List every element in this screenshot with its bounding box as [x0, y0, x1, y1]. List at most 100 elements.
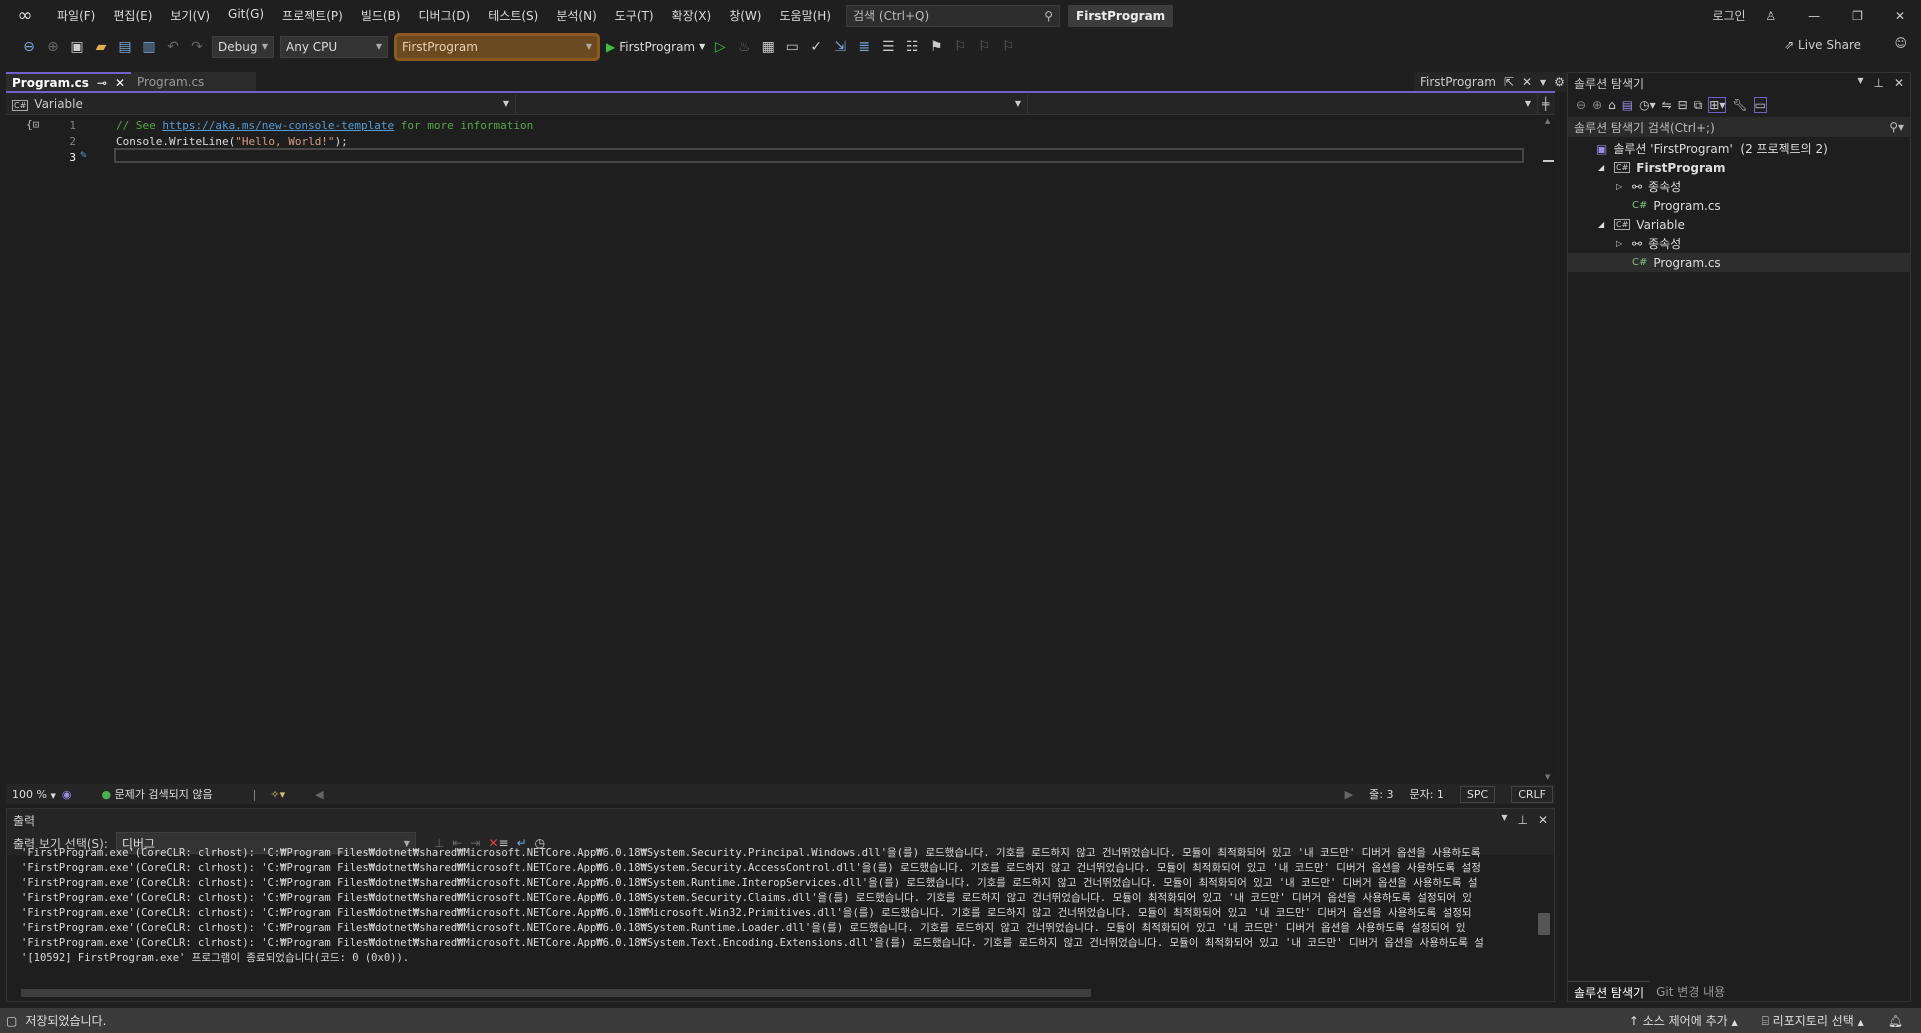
- undo-icon[interactable]: ↶: [164, 39, 182, 55]
- restore-button[interactable]: ❐: [1836, 9, 1879, 23]
- live-share-button[interactable]: ⇗ Live Share: [1784, 38, 1861, 52]
- split-icon[interactable]: ╪: [1538, 97, 1553, 111]
- start-debugging-button[interactable]: ▶ FirstProgram ▼: [606, 40, 705, 54]
- uncomment-icon[interactable]: ☷: [903, 39, 921, 55]
- select-repository-button[interactable]: ⌸ 리포지토리 선택 ▲: [1762, 1012, 1864, 1029]
- menu-item[interactable]: 빌드(B): [352, 7, 410, 24]
- tree-item-deps[interactable]: ▷ ⚯ 종속성: [1568, 177, 1910, 196]
- forward-icon[interactable]: ⊕: [44, 39, 62, 55]
- scroll-left-icon[interactable]: ◀: [315, 788, 323, 801]
- solution-explorer-icon[interactable]: ▦: [759, 39, 777, 55]
- menu-item[interactable]: 보기(V): [161, 7, 219, 24]
- pin-panel-icon[interactable]: ⊥: [1873, 76, 1883, 90]
- pin-icon[interactable]: ⊸: [97, 76, 107, 90]
- line-number[interactable]: 줄: 3: [1369, 786, 1393, 802]
- startup-project-dropdown[interactable]: FirstProgram ▼: [394, 32, 600, 61]
- code-line[interactable]: 3: [6, 149, 1542, 165]
- properties-icon[interactable]: 🔧︎: [1732, 98, 1747, 112]
- cleanup-icon[interactable]: ✧▾: [270, 788, 285, 801]
- next-bookmark-icon[interactable]: ⚐: [975, 39, 993, 55]
- tree-item-cs[interactable]: C# Program.cs: [1568, 196, 1910, 215]
- bookmark-icon[interactable]: ⚑: [927, 39, 945, 55]
- filter-icon[interactable]: ⊞▾: [1708, 97, 1727, 113]
- format-icon[interactable]: ≣: [855, 39, 873, 55]
- output-text[interactable]: 'FirstProgram.exe'(CoreCLR: clrhost): 'C…: [7, 846, 1537, 972]
- close-preview-icon[interactable]: ✕: [1522, 75, 1532, 89]
- expand-arrow-icon[interactable]: ◢: [1598, 220, 1614, 229]
- tree-item-cs[interactable]: C# Program.cs: [1568, 253, 1910, 272]
- close-tab-icon[interactable]: ✕: [115, 76, 125, 90]
- menu-item[interactable]: 도구(T): [606, 7, 663, 24]
- menu-item[interactable]: 테스트(S): [479, 7, 547, 24]
- indent-mode[interactable]: SPC: [1459, 785, 1496, 803]
- prev-bookmark-icon[interactable]: ⚐: [951, 39, 969, 55]
- redo-icon[interactable]: ↷: [188, 39, 206, 55]
- type-dropdown[interactable]: ▼: [516, 93, 1028, 114]
- login-button[interactable]: 로그인 ♙: [1680, 7, 1792, 24]
- tree-item-deps[interactable]: ▷ ⚯ 종속성: [1568, 234, 1910, 253]
- settings-icon[interactable]: ⚙: [1554, 75, 1565, 89]
- close-panel-icon[interactable]: ✕: [1894, 76, 1904, 90]
- menu-item[interactable]: 파일(F): [48, 7, 104, 24]
- tab-program-cs[interactable]: Program.cs: [131, 72, 257, 92]
- close-window-button[interactable]: ✕: [1879, 9, 1921, 23]
- search-box[interactable]: 검색 (Ctrl+Q) ⚲: [846, 4, 1061, 27]
- menu-item[interactable]: 편집(E): [104, 7, 161, 24]
- pin-panel-icon[interactable]: ⊥: [1517, 813, 1527, 827]
- layout-icon[interactable]: ▭: [783, 39, 801, 55]
- sync-icon[interactable]: ⇋: [1662, 98, 1672, 112]
- issues-indicator[interactable]: ● 문제가 검색되지 않음: [101, 786, 212, 802]
- panel-menu-icon[interactable]: ▼: [1501, 813, 1507, 827]
- code-link[interactable]: https://aka.ms/new-console-template: [162, 119, 394, 132]
- tab-git-changes[interactable]: Git 변경 내용: [1650, 981, 1731, 1001]
- save-icon[interactable]: ▤: [116, 39, 134, 55]
- editor-vertical-scrollbar[interactable]: ▲ ▼: [1542, 115, 1555, 783]
- tree-item-project[interactable]: ◢ C# FirstProgram: [1568, 158, 1910, 177]
- code-line[interactable]: 1 // See https://aka.ms/new-console-templ…: [6, 117, 1542, 133]
- output-vertical-scrollbar[interactable]: [1538, 857, 1550, 983]
- forward-icon[interactable]: ⊕: [1592, 98, 1602, 112]
- keep-open-icon[interactable]: ⇱: [1504, 75, 1514, 89]
- menu-item[interactable]: 프로젝트(P): [273, 7, 352, 24]
- collapse-all-icon[interactable]: ⊟: [1678, 98, 1688, 112]
- menu-item[interactable]: Git(G): [219, 7, 273, 24]
- configuration-dropdown[interactable]: Debug ▼: [212, 35, 274, 58]
- tab-program-cs-active[interactable]: Program.cs ⊸ ✕: [6, 72, 132, 92]
- tab-solution-explorer[interactable]: 솔루션 탐색기: [1568, 981, 1651, 1001]
- step-icon[interactable]: ⇲: [831, 39, 849, 55]
- panel-menu-icon[interactable]: ▼: [1857, 76, 1863, 90]
- tree-item-solution[interactable]: ▣ 솔루션 'FirstProgram' (2 프로젝트의 2): [1568, 139, 1910, 158]
- back-icon[interactable]: ⊖: [20, 39, 38, 55]
- start-without-debugging-icon[interactable]: ▷: [711, 39, 729, 55]
- new-project-icon[interactable]: ▣: [68, 39, 86, 55]
- output-horizontal-scrollbar[interactable]: [21, 989, 1091, 997]
- spell-check-icon[interactable]: ✓: [807, 39, 825, 55]
- minimize-button[interactable]: —: [1792, 9, 1836, 23]
- project-dropdown[interactable]: C# Variable ▼: [6, 93, 516, 114]
- collapse-arrow-icon[interactable]: ▷: [1616, 182, 1632, 191]
- code-line[interactable]: 2 Console.WriteLine("Hello, World!");: [6, 133, 1542, 149]
- hot-reload-icon[interactable]: ♨: [735, 39, 753, 55]
- tab-list-icon[interactable]: ▼: [1540, 78, 1546, 87]
- tree-item-project[interactable]: ◢ C# Variable: [1568, 215, 1910, 234]
- menu-item[interactable]: 도움말(H): [771, 7, 841, 24]
- menu-item[interactable]: 창(W): [720, 7, 770, 24]
- scroll-right-icon[interactable]: ▶: [1345, 788, 1353, 801]
- show-all-files-icon[interactable]: ⧉: [1694, 98, 1703, 113]
- solution-search-input[interactable]: 솔루션 탐색기 검색(Ctrl+;) ⚲▾: [1568, 117, 1910, 137]
- save-all-icon[interactable]: ▥: [140, 39, 158, 55]
- clear-bookmarks-icon[interactable]: ⚐: [999, 39, 1017, 55]
- add-to-source-control-button[interactable]: ↑ 소스 제어에 추가 ▲: [1629, 1012, 1738, 1029]
- notifications-bell-icon[interactable]: 🔔︎: [1888, 1014, 1903, 1028]
- comment-icon[interactable]: ☰: [879, 39, 897, 55]
- member-dropdown[interactable]: ▼: [1028, 93, 1538, 114]
- expand-arrow-icon[interactable]: ◢: [1598, 163, 1614, 172]
- code-editor[interactable]: {⊡ ✎ 1// See https://aka.ms/new-console-…: [6, 115, 1542, 783]
- pending-changes-icon[interactable]: ◷▾: [1639, 98, 1656, 112]
- zoom-dropdown[interactable]: 100 % ▼: [6, 788, 62, 801]
- line-ending[interactable]: CRLF: [1511, 785, 1553, 803]
- menu-item[interactable]: 분석(N): [547, 7, 605, 24]
- home-icon[interactable]: ⌂: [1608, 98, 1616, 112]
- char-number[interactable]: 문자: 1: [1409, 786, 1443, 802]
- menu-item[interactable]: 디버그(D): [410, 7, 480, 24]
